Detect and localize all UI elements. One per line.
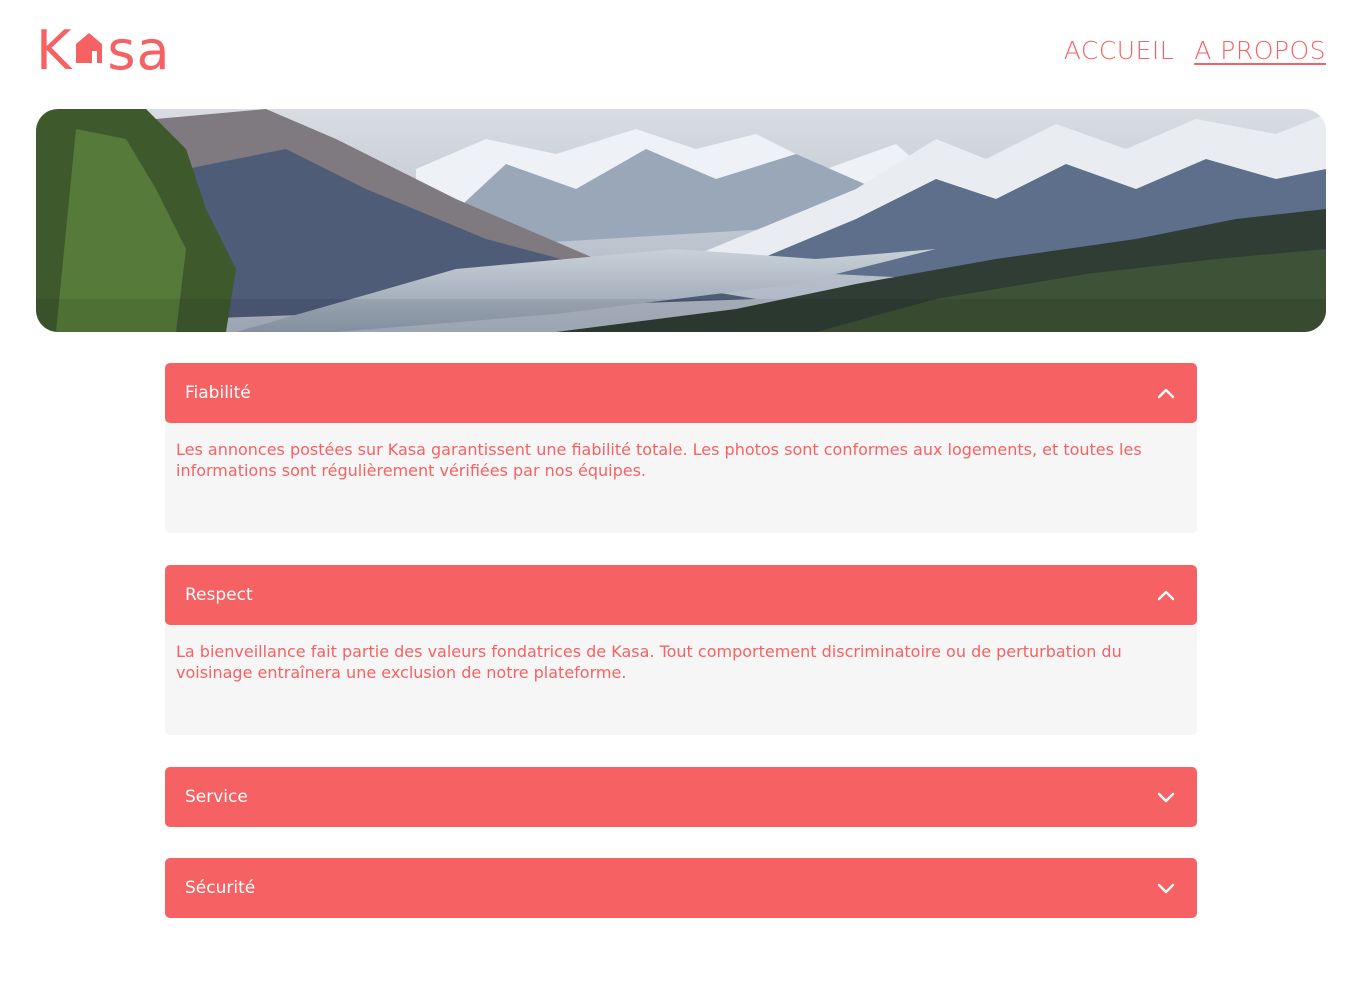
- house-icon: [74, 20, 104, 74]
- collapse-header-fiabilite[interactable]: Fiabilité: [165, 363, 1197, 423]
- about-collapses: Fiabilité Les annonces postées sur Kasa …: [165, 363, 1197, 949]
- chevron-down-icon[interactable]: [1157, 882, 1175, 894]
- collapse-respect: Respect La bienveillance fait partie des…: [165, 565, 1197, 735]
- nav-link-a-propos[interactable]: A PROPOS: [1194, 36, 1326, 65]
- chevron-up-icon[interactable]: [1157, 387, 1175, 399]
- chevron-up-icon[interactable]: [1157, 589, 1175, 601]
- logo-letter-k: K: [36, 19, 73, 82]
- main-nav: ACCUEIL A PROPOS: [1064, 36, 1326, 65]
- chevron-down-icon[interactable]: [1157, 791, 1175, 803]
- collapse-title: Respect: [185, 585, 253, 605]
- about-banner-image: [36, 109, 1326, 332]
- collapse-header-service[interactable]: Service: [165, 767, 1197, 827]
- kasa-logo[interactable]: K sa: [36, 20, 171, 78]
- nav-link-accueil[interactable]: ACCUEIL: [1064, 36, 1174, 65]
- collapse-fiabilite: Fiabilité Les annonces postées sur Kasa …: [165, 363, 1197, 533]
- collapse-header-respect[interactable]: Respect: [165, 565, 1197, 625]
- collapse-title: Service: [185, 787, 248, 807]
- collapse-service: Service: [165, 767, 1197, 827]
- collapse-content: La bienveillance fait partie des valeurs…: [165, 619, 1197, 735]
- collapse-header-securite[interactable]: Sécurité: [165, 858, 1197, 918]
- collapse-title: Sécurité: [185, 878, 256, 898]
- collapse-content: Les annonces postées sur Kasa garantisse…: [165, 417, 1197, 533]
- collapse-securite: Sécurité: [165, 858, 1197, 918]
- logo-letters-sa: sa: [107, 19, 171, 82]
- header: K sa ACCUEIL A PROPOS: [36, 20, 1326, 80]
- collapse-title: Fiabilité: [185, 383, 251, 403]
